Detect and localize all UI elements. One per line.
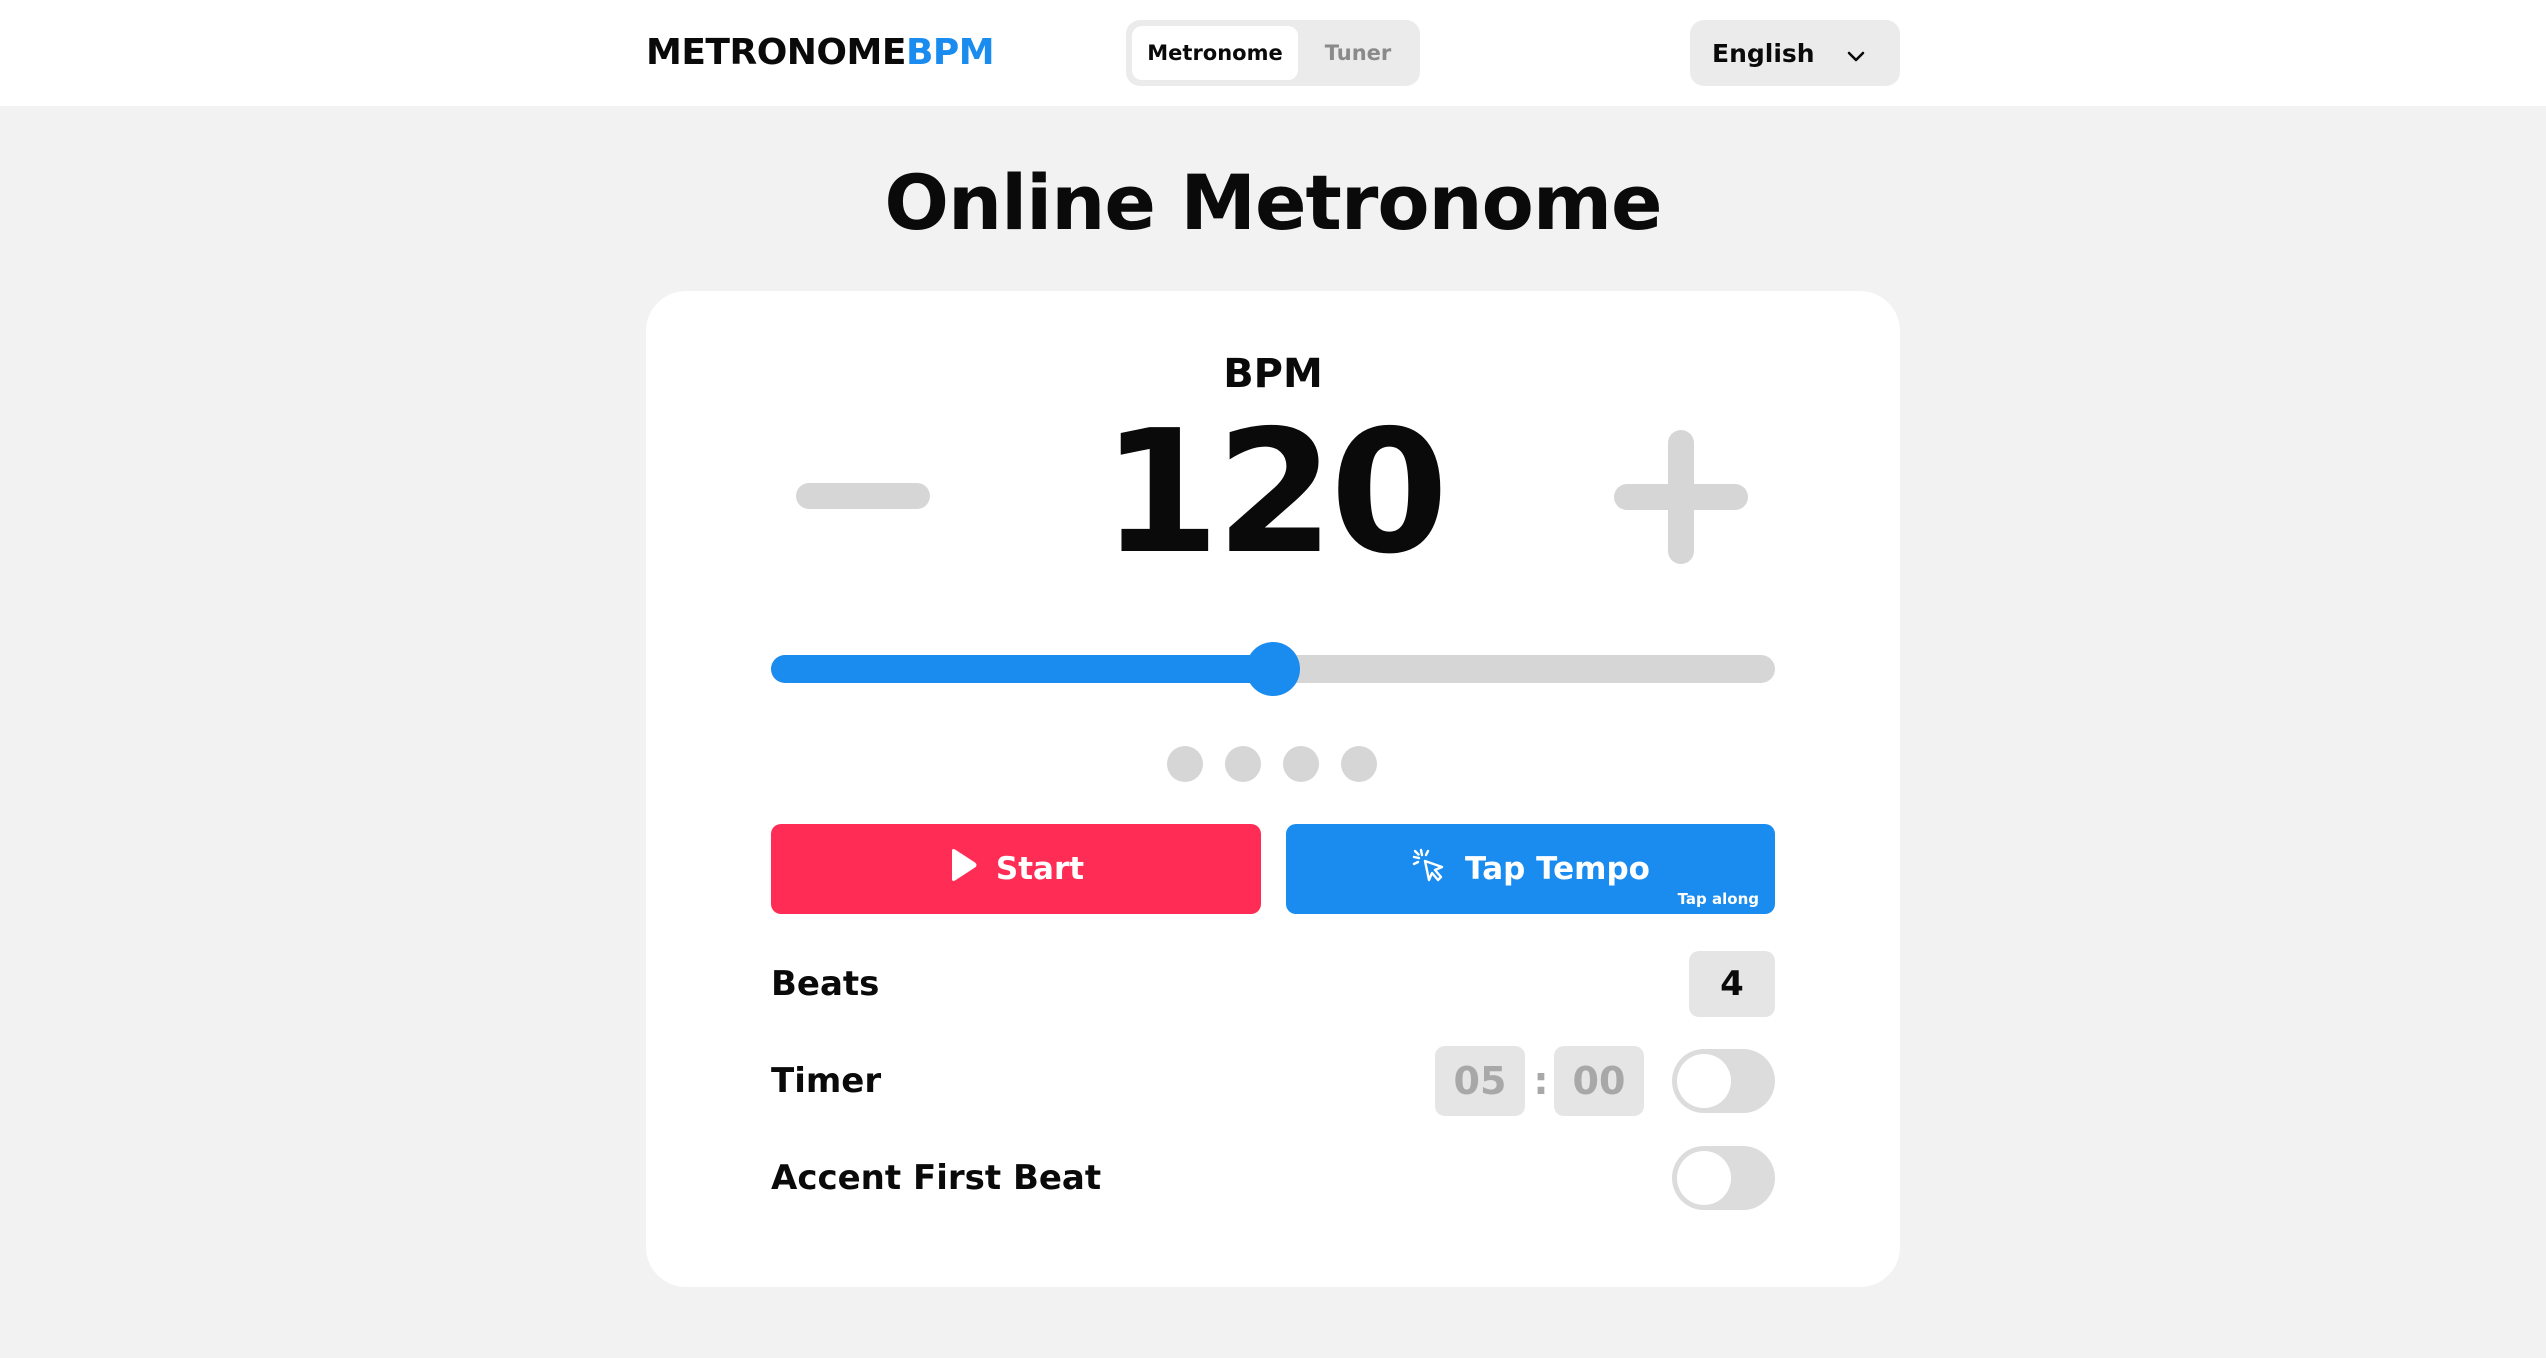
tap-tempo-label: Tap Tempo — [1465, 851, 1650, 887]
timer-seconds-input[interactable]: 00 — [1554, 1046, 1644, 1116]
timer-separator: : — [1533, 1059, 1549, 1103]
chevron-down-icon — [1846, 43, 1866, 72]
slider-thumb[interactable] — [1246, 642, 1300, 696]
beat-dot — [1167, 746, 1203, 782]
metronome-card: BPM 120 Start Tap Tempo Tap along Beats … — [646, 291, 1900, 1287]
tab-tuner[interactable]: Tuner — [1302, 26, 1414, 80]
tap-tempo-button[interactable]: Tap Tempo Tap along — [1286, 824, 1775, 914]
decrease-bpm-button[interactable] — [796, 483, 930, 509]
minus-icon — [796, 483, 930, 509]
accent-first-beat-toggle[interactable] — [1672, 1146, 1775, 1210]
beat-dot — [1225, 746, 1261, 782]
timer-minutes-input[interactable]: 05 — [1435, 1046, 1525, 1116]
page-title: Online Metronome — [884, 158, 1662, 247]
beat-dot — [1341, 746, 1377, 782]
play-icon — [948, 848, 978, 890]
top-navbar: METRONOMEBPM Metronome Tuner English — [0, 0, 2546, 106]
increase-bpm-button[interactable] — [1614, 430, 1748, 564]
language-select[interactable]: English — [1690, 20, 1900, 86]
toggle-knob — [1677, 1054, 1731, 1108]
timer-label: Timer — [771, 1061, 882, 1101]
start-button[interactable]: Start — [771, 824, 1261, 914]
bpm-slider[interactable] — [771, 642, 1775, 696]
slider-fill — [771, 655, 1273, 683]
beat-dot — [1283, 746, 1319, 782]
beats-input[interactable]: 4 — [1689, 951, 1775, 1017]
accent-first-beat-label: Accent First Beat — [771, 1158, 1102, 1198]
mode-tabs: Metronome Tuner — [1126, 20, 1420, 86]
timer-toggle[interactable] — [1672, 1049, 1775, 1113]
toggle-knob — [1677, 1151, 1731, 1205]
beats-label: Beats — [771, 964, 880, 1004]
logo-text-primary: METRONOME — [646, 32, 906, 73]
start-button-label: Start — [995, 851, 1085, 887]
logo[interactable]: METRONOMEBPM — [646, 28, 995, 78]
tap-tempo-sublabel: Tap along — [1677, 890, 1759, 908]
tap-cursor-icon — [1411, 847, 1447, 891]
beat-indicators — [1167, 746, 1377, 782]
tab-metronome[interactable]: Metronome — [1132, 26, 1298, 80]
language-select-value: English — [1712, 38, 1815, 68]
bpm-label: BPM — [1223, 351, 1323, 397]
logo-text-accent: BPM — [905, 32, 995, 73]
